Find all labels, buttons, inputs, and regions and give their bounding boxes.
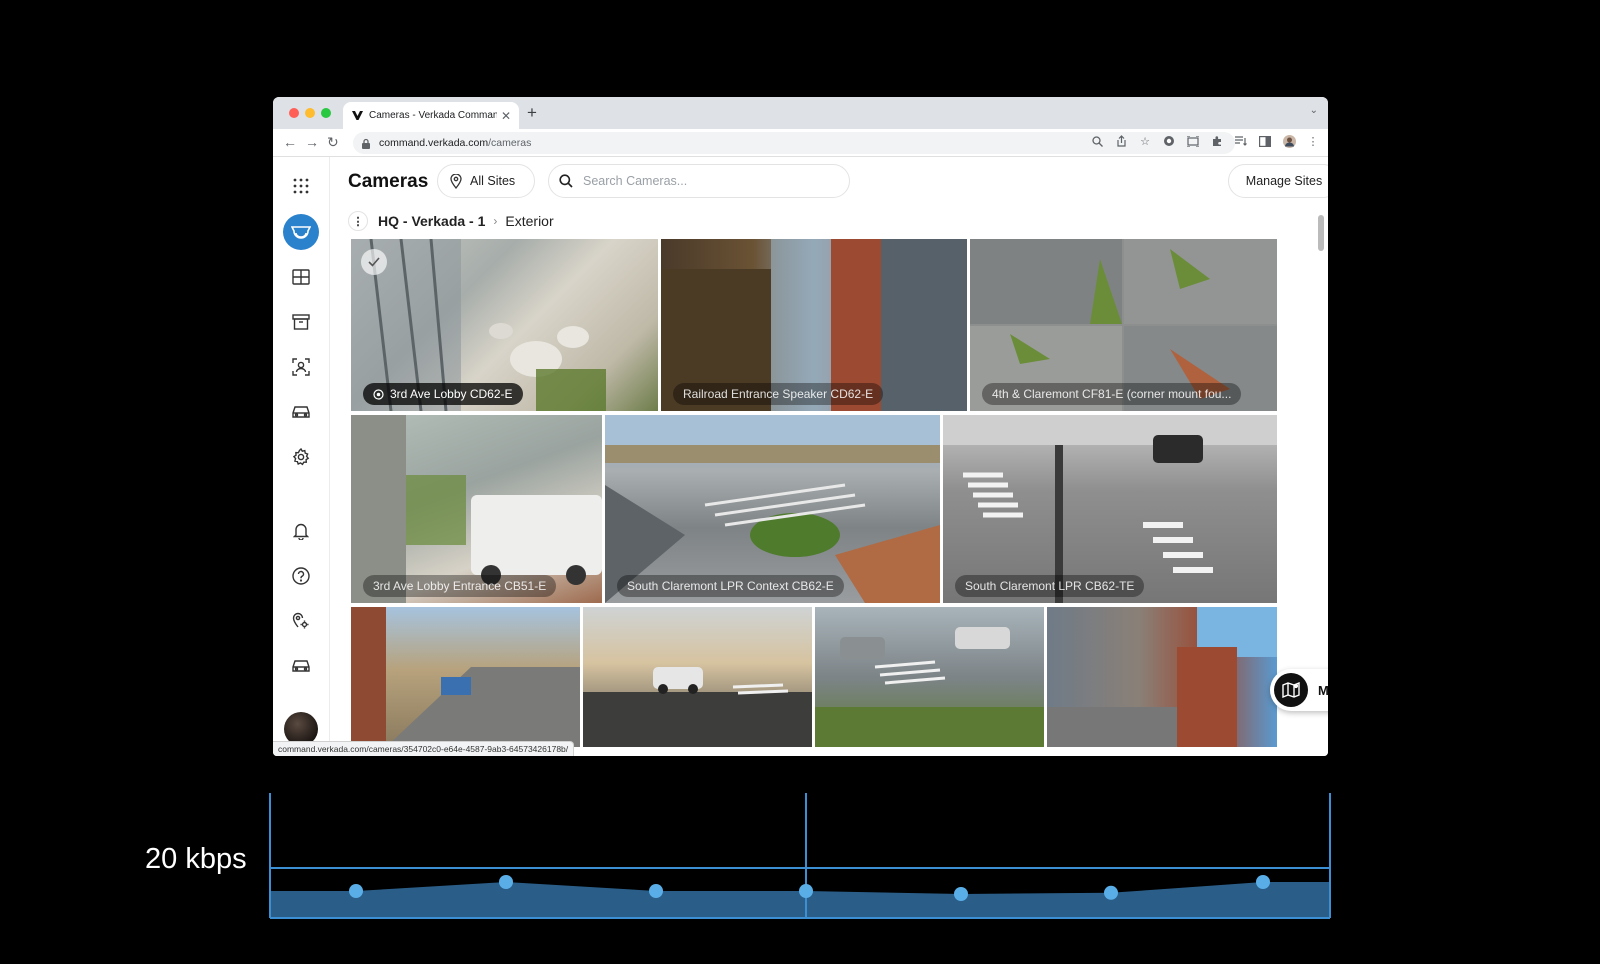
lock-icon [362,138,370,149]
camera-tile[interactable]: 3rd Ave Lobby CD62-E [351,239,658,411]
car-icon[interactable] [283,648,319,684]
camera-tile[interactable]: 4th & Claremont CF81-E (corner mount fou… [970,239,1277,411]
manage-sites-button[interactable]: Manage Sites [1228,164,1328,198]
url-path: /cameras [488,137,532,149]
data-point [349,884,363,898]
side-panel-icon[interactable] [1258,134,1272,148]
breadcrumb-folder: Exterior [505,213,554,229]
verkada-logo-icon [351,110,363,122]
camera-icon[interactable] [283,214,319,250]
checkmark-icon[interactable] [361,249,387,275]
map-button[interactable]: Map [1270,669,1328,711]
profile-avatar-icon[interactable] [1282,134,1296,148]
settings-icon[interactable] [283,439,319,475]
browser-tab[interactable]: Cameras - Verkada Command ✕ [343,102,519,129]
camera-tile[interactable] [1047,607,1277,747]
browser-menu-icon[interactable]: ⋮ [1306,134,1320,148]
forward-icon[interactable]: → [305,134,319,150]
bitrate-chart [269,793,1331,919]
breadcrumb: ⋮ HQ - Verkada - 1 › Exterior [348,210,554,232]
camera-feed-image [1047,607,1277,747]
browser-window: Cameras - Verkada Command ✕ + ⌄ ← → ↻ co… [273,97,1328,756]
camera-feed-image [583,667,812,747]
minimize-window-button[interactable] [305,108,315,118]
tab-search-icon[interactable]: ⌄ [1310,105,1318,116]
url-host: command.verkada.com [379,137,489,149]
camera-label: 3rd Ave Lobby Entrance CB51-E [363,575,557,597]
data-point [799,884,813,898]
camera-tile[interactable] [583,607,812,747]
camera-label: South Claremont LPR Context CB62-E [617,575,844,597]
camera-feed-image [815,627,1044,747]
data-point [649,884,663,898]
help-icon[interactable] [283,558,319,594]
location-pin-icon [450,173,462,189]
bitrate-label: 20 kbps [145,843,247,875]
site-selector-label: All Sites [470,174,516,188]
puzzle-icon[interactable] [1210,134,1224,148]
camera-tile[interactable]: 3rd Ave Lobby Entrance CB51-E [351,415,602,603]
main-panel: Cameras All Sites Manage Sites ⋮ HQ - Ve… [330,157,1328,756]
bookmark-star-icon[interactable]: ☆ [1138,134,1152,148]
scrollbar[interactable] [1318,215,1324,251]
camera-tile[interactable]: Railroad Entrance Speaker CD62-E [661,239,967,411]
screenshot-icon[interactable] [1186,134,1200,148]
apps-grid-icon[interactable] [283,168,319,204]
camera-label: South Claremont LPR CB62-TE [955,575,1145,597]
maximize-window-button[interactable] [321,108,331,118]
extension-icon[interactable] [1162,134,1176,148]
camera-tile[interactable] [351,607,580,747]
camera-tile[interactable]: South Claremont LPR Context CB62-E [605,415,940,603]
recording-icon [373,388,384,400]
status-bar-url: command.verkada.com/cameras/354702c0-e64… [273,741,575,756]
site-selector[interactable]: All Sites [437,164,535,198]
camera-label: 3rd Ave Lobby CD62-E [363,383,523,405]
back-icon[interactable]: ← [283,134,297,150]
share-icon[interactable] [1114,134,1128,148]
map-icon [1274,673,1308,707]
sidebar [273,157,330,756]
data-point [1256,875,1270,889]
data-point [499,875,513,889]
app-content: Cameras All Sites Manage Sites ⋮ HQ - Ve… [273,157,1328,756]
search-input[interactable] [583,174,833,188]
breadcrumb-site[interactable]: HQ - Verkada - 1 [378,213,485,229]
tab-title: Cameras - Verkada Command [369,110,497,121]
map-button-label: Map [1318,682,1328,698]
more-options-icon[interactable]: ⋮ [348,211,368,231]
close-tab-icon[interactable]: ✕ [501,109,511,123]
address-bar: ← → ↻ command.verkada.com/cameras ☆ ⋮ [273,129,1328,157]
new-tab-button[interactable]: + [527,103,537,123]
zoom-icon[interactable] [1090,134,1104,148]
camera-label: 4th & Claremont CF81-E (corner mount fou… [982,383,1242,405]
camera-label: Railroad Entrance Speaker CD62-E [673,383,884,405]
data-point [1104,885,1118,900]
browser-toolbar: ☆ ⋮ [1090,134,1320,148]
layout-icon[interactable] [283,259,319,295]
bell-icon[interactable] [283,513,319,549]
page-title: Cameras [348,171,429,192]
search-icon [559,174,573,188]
reload-icon[interactable]: ↻ [327,134,339,151]
location-settings-icon[interactable] [283,603,319,639]
tab-strip: Cameras - Verkada Command ✕ + ⌄ [273,97,1328,129]
vehicle-icon[interactable] [283,394,319,430]
search-box [548,164,850,198]
chevron-right-icon: › [493,214,498,228]
close-window-button[interactable] [289,108,299,118]
data-point [954,887,968,901]
person-scan-icon[interactable] [283,349,319,385]
camera-feed-image [351,607,580,747]
archive-icon[interactable] [283,304,319,340]
camera-tile[interactable] [815,607,1044,747]
reading-list-icon[interactable] [1234,134,1248,148]
camera-tile[interactable]: South Claremont LPR CB62-TE [943,415,1277,603]
